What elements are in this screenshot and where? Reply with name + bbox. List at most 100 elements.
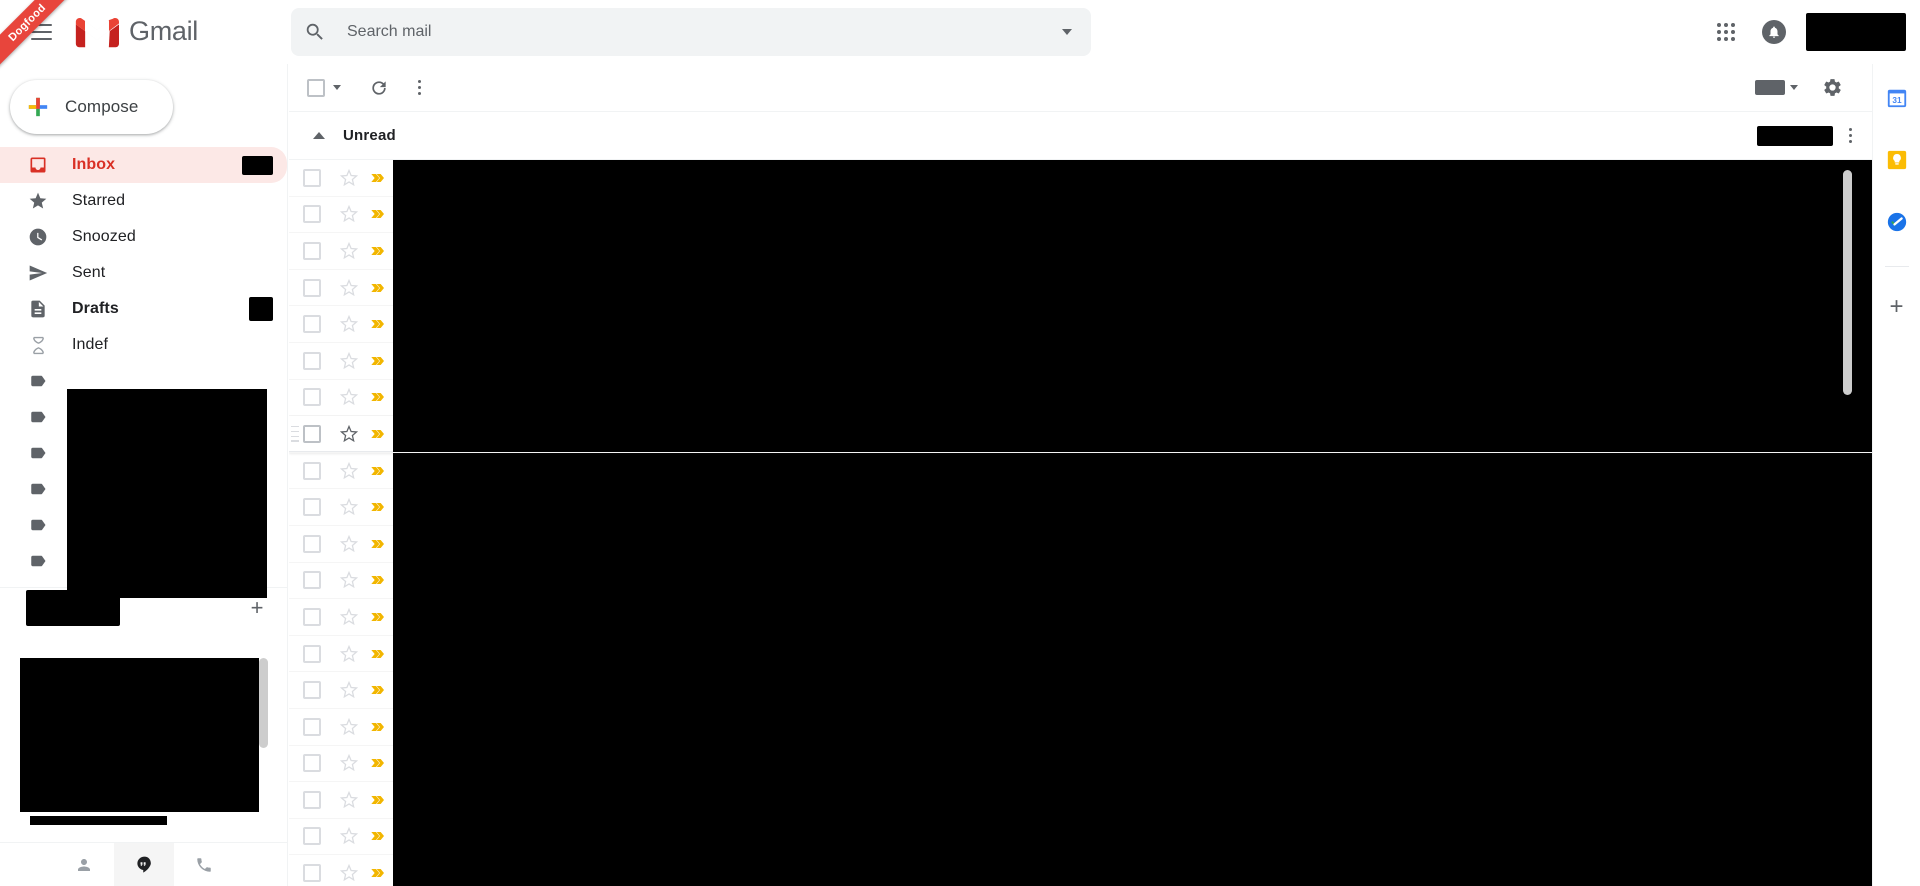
mail-list-row[interactable] (289, 598, 1872, 636)
sidebar-item-indef[interactable]: Indef (0, 327, 287, 363)
row-importance-cell[interactable] (363, 426, 393, 442)
row-star-cell[interactable] (335, 607, 363, 626)
row-checkbox-cell[interactable] (289, 168, 335, 187)
mail-list-scrollbar[interactable] (1843, 170, 1852, 395)
search-bar[interactable] (291, 8, 1091, 56)
row-star-cell[interactable] (335, 424, 363, 443)
row-importance-cell[interactable] (363, 572, 393, 588)
row-importance-cell[interactable] (363, 682, 393, 698)
row-checkbox-cell[interactable] (289, 278, 335, 297)
checkbox-icon[interactable] (303, 205, 321, 224)
row-checkbox-cell[interactable] (289, 534, 335, 553)
row-importance-cell[interactable] (363, 536, 393, 552)
row-checkbox-cell[interactable] (289, 351, 335, 370)
row-star-cell[interactable] (335, 571, 363, 589)
sidebar-item-snoozed[interactable]: Snoozed (0, 219, 287, 255)
search-icon[interactable] (291, 8, 339, 56)
checkbox-icon[interactable] (303, 278, 321, 297)
row-star-cell[interactable] (335, 644, 363, 663)
mail-list-row[interactable] (289, 781, 1872, 819)
row-star-cell[interactable] (335, 790, 363, 809)
row-checkbox-cell[interactable] (289, 644, 335, 663)
row-importance-cell[interactable] (363, 353, 393, 369)
row-importance-cell[interactable] (363, 609, 393, 625)
row-importance-cell[interactable] (363, 389, 393, 405)
checkbox-icon[interactable] (303, 534, 321, 553)
sidebar-item-drafts[interactable]: Drafts (0, 291, 287, 327)
mail-list-row[interactable] (289, 562, 1872, 600)
mail-list-row[interactable] (289, 525, 1872, 563)
checkbox-icon[interactable] (303, 168, 321, 187)
row-importance-cell[interactable] (363, 499, 393, 515)
mail-list-row[interactable] (289, 671, 1872, 709)
gmail-brand[interactable]: Gmail (75, 15, 198, 49)
settings-button[interactable] (1812, 68, 1852, 108)
row-star-cell[interactable] (335, 827, 363, 845)
compose-button[interactable]: Compose (10, 80, 173, 134)
mail-list-row[interactable] (289, 269, 1872, 307)
row-star-cell[interactable] (335, 315, 363, 333)
google-tasks-icon[interactable] (1877, 202, 1917, 242)
mail-list-row[interactable] (289, 745, 1872, 783)
mail-list-row[interactable] (289, 196, 1872, 234)
row-star-cell[interactable] (335, 534, 363, 553)
chat-tab-hangouts[interactable] (114, 842, 174, 886)
chat-contacts-panel-redacted[interactable] (20, 658, 259, 812)
checkbox-icon[interactable] (303, 864, 321, 883)
row-checkbox-cell[interactable] (289, 790, 335, 809)
row-star-cell[interactable] (335, 351, 363, 370)
row-star-cell[interactable] (335, 461, 363, 480)
bell-icon[interactable] (1750, 8, 1798, 56)
row-importance-cell[interactable] (363, 316, 393, 332)
mail-list-row[interactable] (289, 160, 1872, 197)
row-checkbox-cell[interactable] (289, 241, 335, 260)
section-more-menu[interactable] (1843, 122, 1858, 149)
checkbox-icon[interactable] (303, 388, 321, 407)
row-checkbox-cell[interactable] (289, 571, 335, 590)
checkbox-icon[interactable] (303, 827, 321, 846)
checkbox-icon[interactable] (303, 424, 321, 443)
row-importance-cell[interactable] (363, 646, 393, 662)
add-chat-contact-button[interactable]: + (243, 594, 271, 622)
mail-list-row[interactable] (289, 379, 1872, 417)
row-checkbox-cell[interactable] (289, 717, 335, 736)
row-checkbox-cell[interactable] (289, 205, 335, 224)
mail-list-row[interactable] (289, 818, 1872, 856)
row-importance-cell[interactable] (363, 719, 393, 735)
chat-tab-contacts[interactable] (54, 843, 114, 886)
google-apps-grid-icon[interactable] (1702, 8, 1750, 56)
mail-list-row[interactable] (289, 452, 1872, 490)
google-keep-icon[interactable] (1877, 140, 1917, 180)
row-star-cell[interactable] (335, 241, 363, 260)
row-drag-handle[interactable] (291, 425, 301, 442)
checkbox-icon[interactable] (303, 461, 321, 480)
checkbox-icon[interactable] (303, 571, 321, 590)
row-importance-cell[interactable] (363, 755, 393, 771)
mail-list-row[interactable] (289, 415, 1872, 453)
checkbox-icon[interactable] (303, 498, 321, 517)
row-star-cell[interactable] (335, 754, 363, 772)
sidebar-item-sent[interactable]: Sent (0, 255, 287, 291)
mail-list-row[interactable] (289, 635, 1872, 673)
checkbox-icon[interactable] (303, 351, 321, 370)
row-importance-cell[interactable] (363, 463, 393, 479)
select-all-control[interactable] (301, 78, 341, 97)
search-options-button[interactable] (1043, 8, 1091, 56)
row-importance-cell[interactable] (363, 280, 393, 296)
chevron-up-icon[interactable] (313, 132, 325, 139)
chevron-down-icon[interactable] (333, 85, 341, 90)
search-input[interactable] (339, 23, 1043, 41)
row-importance-cell[interactable] (363, 865, 393, 881)
google-calendar-icon[interactable]: 31 (1877, 78, 1917, 118)
row-importance-cell[interactable] (363, 243, 393, 259)
row-star-cell[interactable] (335, 498, 363, 516)
display-density-button[interactable] (1750, 68, 1790, 108)
chat-tab-calls[interactable] (174, 843, 234, 886)
row-checkbox-cell[interactable] (289, 498, 335, 517)
mail-list-row[interactable] (289, 342, 1872, 380)
row-checkbox-cell[interactable] (289, 315, 335, 334)
checkbox-icon[interactable] (303, 241, 321, 260)
row-checkbox-cell[interactable] (289, 864, 335, 883)
row-star-cell[interactable] (335, 388, 363, 406)
list-more-button[interactable] (399, 68, 439, 108)
